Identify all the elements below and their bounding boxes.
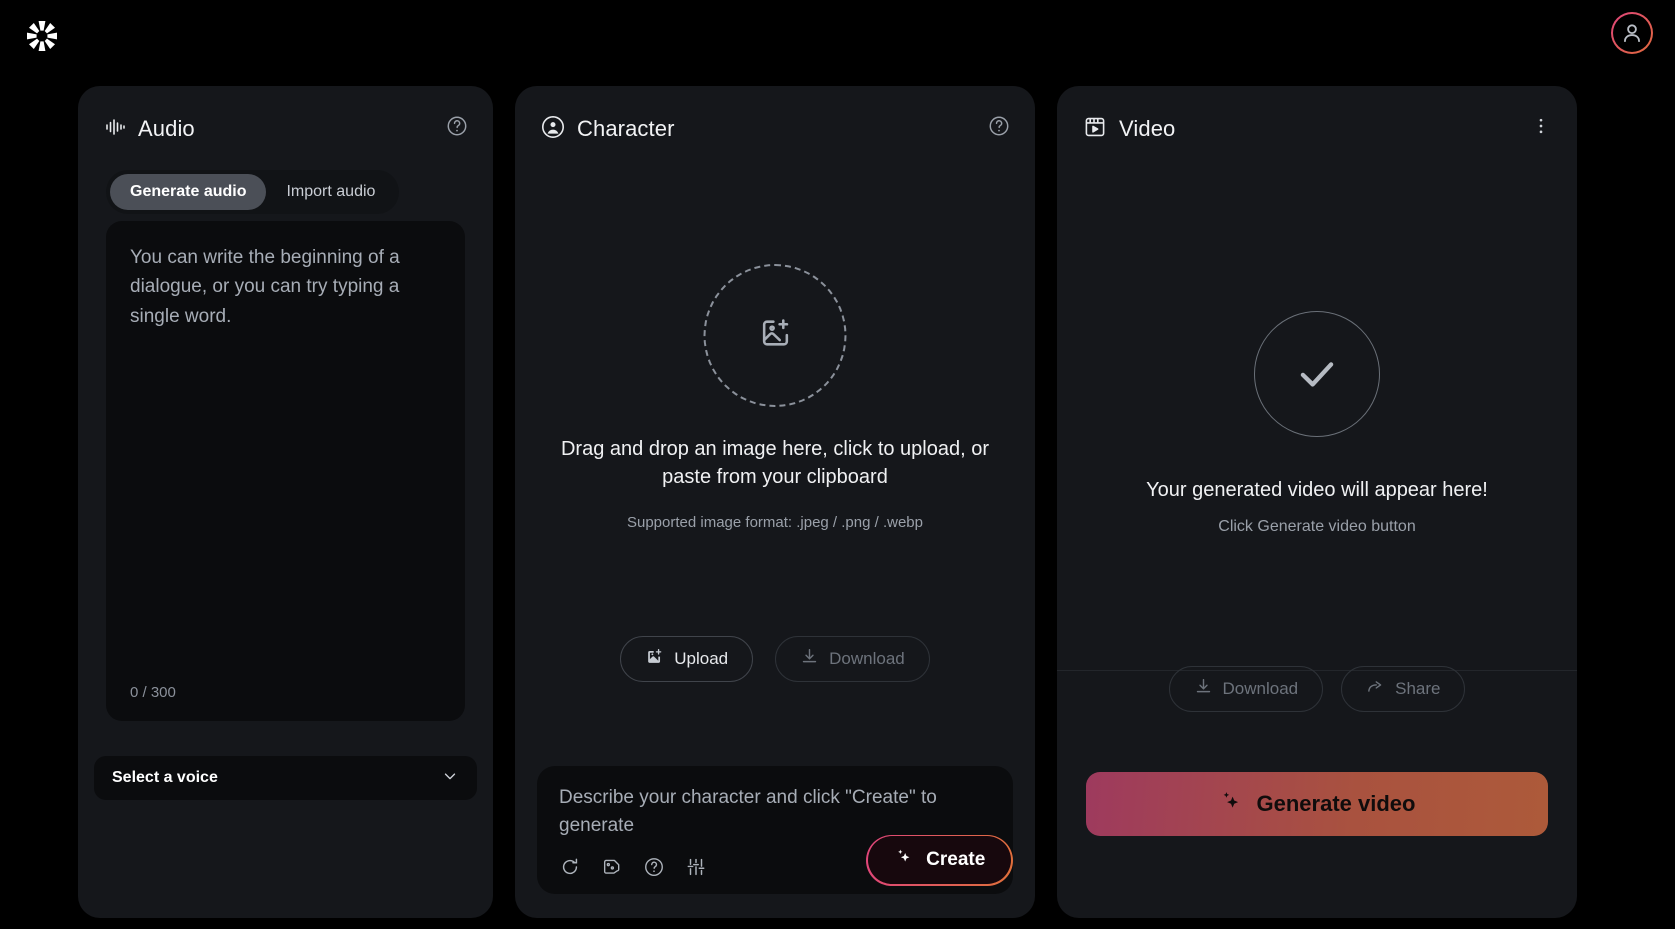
help-circle-icon[interactable] (643, 856, 665, 878)
sparkles-icon (894, 847, 914, 873)
audio-help-icon[interactable] (445, 114, 469, 138)
create-button-label: Create (926, 849, 986, 871)
video-preview-stage: Your generated video will appear here! C… (1057, 146, 1577, 712)
audio-panel-header: Audio (78, 86, 493, 148)
video-status-sub: Click Generate video button (1218, 518, 1416, 535)
character-download-button[interactable]: Download (775, 636, 930, 682)
character-prompt-input[interactable]: Describe your character and click "Creat… (537, 766, 1013, 894)
dropzone-formats: Supported image format: .jpeg / .png / .… (626, 514, 923, 531)
image-add-icon (758, 316, 792, 355)
video-download-button[interactable]: Download (1168, 666, 1324, 712)
video-panel: Video Your generated video will appear h… (1057, 86, 1577, 918)
audio-mode-tabs: Generate audio Import audio (106, 170, 400, 214)
audio-text-input[interactable]: You can write the beginning of a dialogu… (106, 221, 465, 721)
audio-panel: Audio Generate audio Import audio You ca… (78, 86, 493, 918)
audio-char-counter: 0 / 300 (130, 684, 176, 701)
generate-video-label: Generate video (1256, 791, 1416, 816)
sliders-icon[interactable] (685, 856, 707, 878)
audio-panel-title: Audio (138, 116, 195, 141)
top-bar (0, 0, 1675, 72)
download-icon (1194, 677, 1213, 701)
video-panel-header: Video (1057, 86, 1577, 148)
dice-icon[interactable] (601, 856, 623, 878)
tab-import-audio[interactable]: Import audio (266, 174, 395, 210)
video-status-text: Your generated video will appear here! (1146, 479, 1488, 501)
image-add-icon (645, 647, 664, 671)
share-icon (1366, 677, 1385, 701)
character-help-icon[interactable] (987, 114, 1011, 138)
dropzone-instruction: Drag and drop an image here, click to up… (560, 438, 990, 488)
character-panel: Character Drag and drop an image here, c… (515, 86, 1035, 918)
create-button[interactable]: Create (866, 834, 1013, 886)
image-dropzone[interactable] (703, 264, 847, 407)
generate-video-button[interactable]: Generate video (1086, 772, 1548, 836)
video-download-label: Download (1222, 679, 1299, 698)
video-panel-title: Video (1119, 116, 1176, 141)
upload-button-label: Upload (674, 649, 729, 668)
download-icon (800, 647, 819, 671)
clapperboard-play-icon (1083, 115, 1107, 144)
refresh-icon[interactable] (559, 856, 581, 878)
video-share-label: Share (1395, 679, 1441, 698)
user-avatar-icon[interactable] (1611, 12, 1653, 54)
panels-row: Audio Generate audio Import audio You ca… (0, 86, 1675, 918)
flower-logo-icon[interactable] (22, 16, 62, 56)
video-actions: Download Share (1057, 666, 1577, 712)
character-prompt-placeholder: Describe your character and click "Creat… (559, 787, 937, 836)
voice-select-label: Select a voice (112, 769, 218, 786)
character-actions: Upload Download (515, 636, 1035, 682)
sparkles-icon (1219, 789, 1243, 819)
video-more-vertical-icon[interactable] (1529, 114, 1553, 138)
video-share-button[interactable]: Share (1341, 666, 1466, 712)
user-circle-icon (541, 115, 565, 144)
character-prompt-toolbar (559, 856, 707, 878)
check-circle-icon (1254, 311, 1380, 437)
audio-input-placeholder: You can write the beginning of a dialogu… (130, 247, 400, 327)
audio-waveform-icon (104, 116, 126, 143)
tab-generate-audio[interactable]: Generate audio (110, 174, 267, 210)
character-panel-header: Character (515, 86, 1035, 148)
voice-select[interactable]: Select a voice (94, 756, 477, 800)
character-panel-title: Character (577, 116, 675, 141)
character-download-label: Download (829, 649, 905, 668)
chevron-down-icon (441, 767, 459, 790)
upload-button[interactable]: Upload (620, 636, 754, 682)
